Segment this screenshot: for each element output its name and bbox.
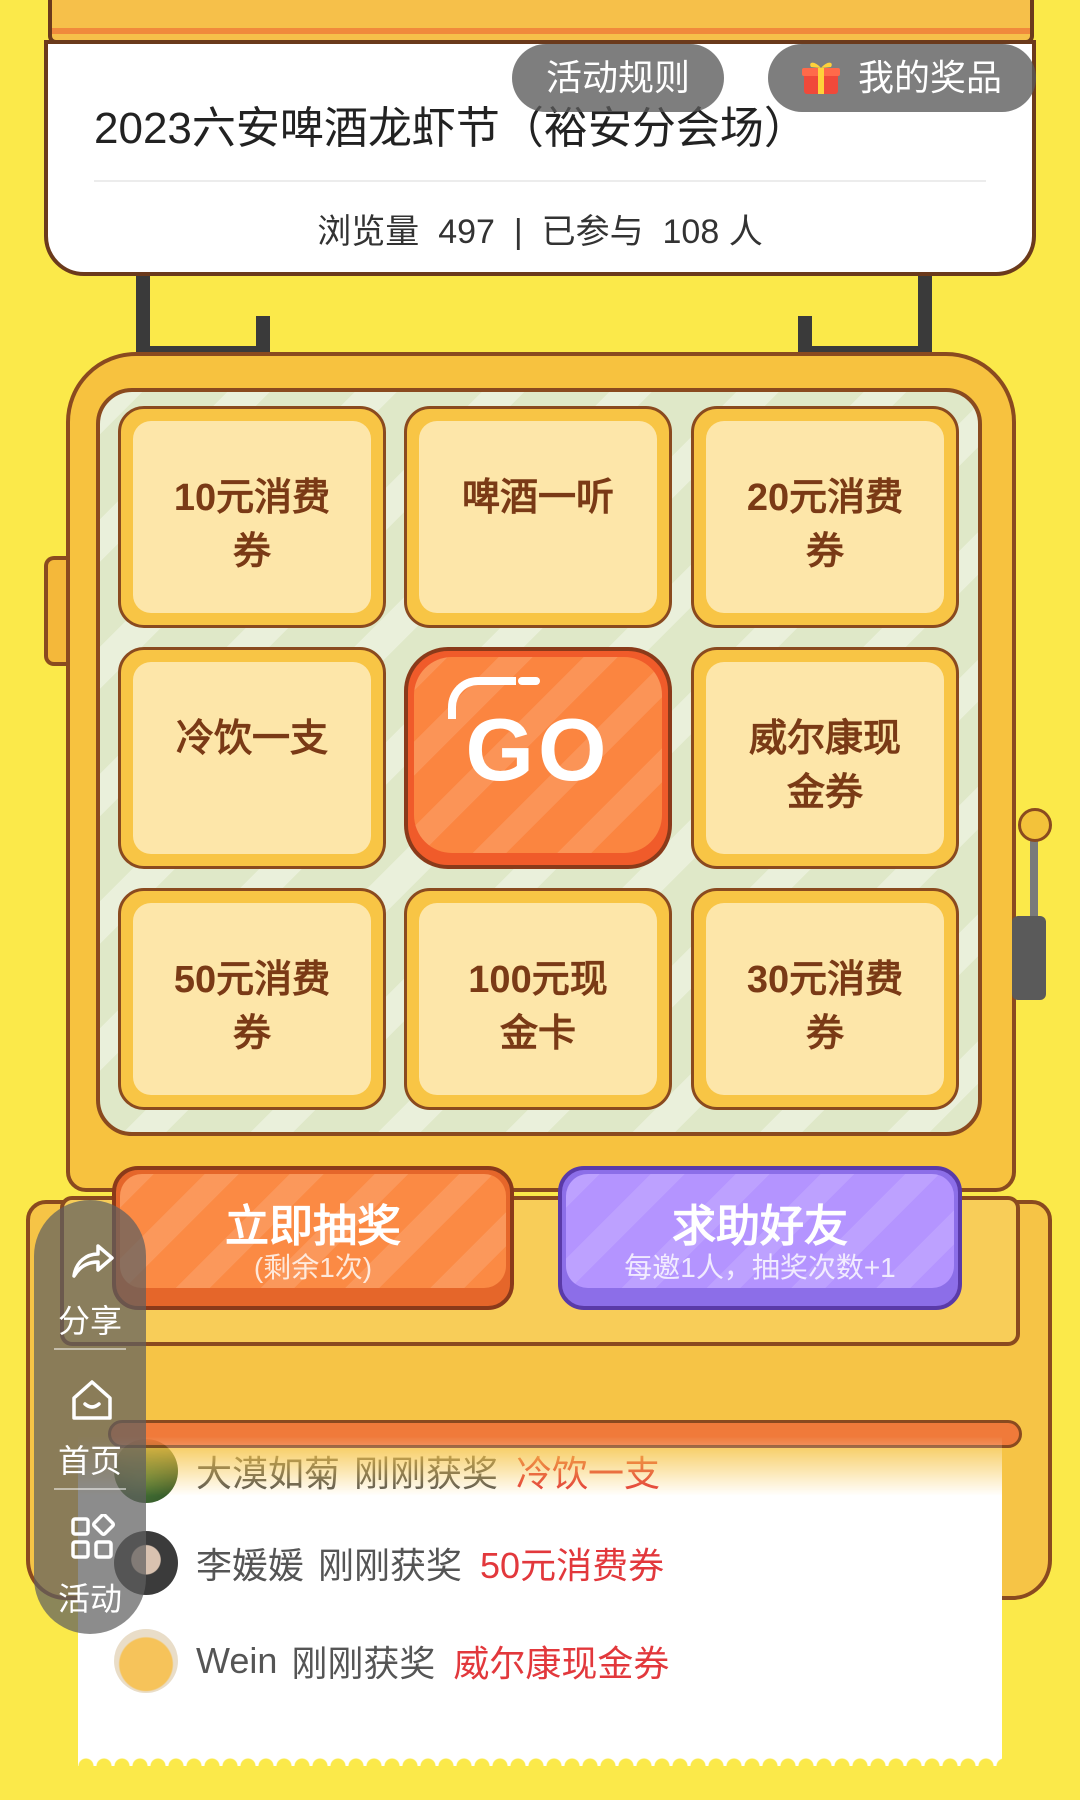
prize-cell: 30元消费券 [691, 888, 959, 1110]
event-stats: 浏览量 497 | 已参与 108 人 [48, 204, 1032, 253]
prize-cell: 50元消费券 [118, 888, 386, 1110]
my-prizes-label: 我的奖品 [857, 57, 1002, 98]
participants-unit: 人 [728, 213, 763, 251]
lever-base [1012, 916, 1046, 1000]
divider [54, 1488, 126, 1490]
top-banner-edge [48, 0, 1034, 44]
winner-row: 大漠如菊 刚刚获奖 冷饮一支 [114, 1436, 660, 1506]
gift-icon [801, 62, 840, 94]
stats-separator: | [513, 213, 523, 251]
divider [94, 180, 986, 182]
winners-list: 大漠如菊 刚刚获奖 冷饮一支 李媛媛 刚刚获奖 50元消费券 Wein 刚刚获奖… [78, 1436, 1002, 1766]
winner-name: 李媛媛 [196, 1545, 305, 1586]
prize-cell: 威尔康现金券 [691, 647, 959, 869]
prize-label: 啤酒一听 [461, 477, 614, 519]
hanger-right [798, 276, 932, 376]
views-count: 497 [438, 213, 495, 251]
winner-prize: 冷饮一支 [516, 1453, 661, 1494]
prize-label: 10元消费券 [173, 477, 331, 573]
winner-row: 李媛媛 刚刚获奖 50元消费券 [114, 1528, 664, 1598]
hanger-left [136, 276, 270, 376]
winner-status: 刚刚获奖 [354, 1453, 499, 1494]
prize-label: 30元消费券 [746, 959, 904, 1055]
participants-label: 已参与 [541, 213, 644, 251]
nav-share[interactable]: 分享 [34, 1228, 146, 1358]
prize-label: 威尔康现金券 [748, 718, 901, 814]
home-icon [72, 1380, 112, 1420]
winner-status: 刚刚获奖 [318, 1545, 463, 1586]
invite-bonus-text: 每邀1人，抽奖次数+1 [624, 1252, 896, 1283]
participants-count: 108 [662, 213, 720, 251]
prize-label: 50元消费券 [173, 959, 331, 1055]
prize-label: 100元现金卡 [468, 959, 608, 1055]
prize-cell: 冷饮一支 [118, 647, 386, 869]
winner-name: 大漠如菊 [196, 1453, 341, 1494]
winner-prize: 50元消费券 [480, 1545, 665, 1586]
avatar [114, 1629, 178, 1693]
prize-cell: 20元消费券 [691, 406, 959, 628]
draw-now-label: 立即抽奖 [225, 1202, 401, 1251]
draw-now-button[interactable]: 立即抽奖 (剩余1次) [112, 1166, 514, 1310]
remaining-draws: (剩余1次) [253, 1252, 373, 1283]
nav-activity[interactable]: 活动 [34, 1506, 146, 1636]
nav-share-label: 分享 [57, 1303, 122, 1339]
nav-home-label: 首页 [57, 1443, 122, 1479]
divider [54, 1348, 126, 1350]
my-prizes-button[interactable]: 我的奖品 [768, 44, 1036, 112]
ask-friends-button[interactable]: 求助好友 每邀1人，抽奖次数+1 [558, 1166, 962, 1310]
prize-label: 20元消费券 [746, 477, 904, 573]
go-button[interactable]: GO [404, 647, 672, 869]
winner-status: 刚刚获奖 [291, 1643, 436, 1684]
grid-icon [71, 1514, 116, 1559]
share-icon [72, 1244, 114, 1278]
winner-row: Wein 刚刚获奖 威尔康现金券 [114, 1626, 669, 1696]
prize-cell: 10元消费券 [118, 406, 386, 628]
views-label: 浏览量 [317, 213, 420, 251]
nav-home[interactable]: 首页 [34, 1368, 146, 1498]
go-label: GO [465, 700, 611, 799]
floating-side-nav: 分享 首页 活动 [34, 1200, 146, 1634]
activity-rules-button[interactable]: 活动规则 [512, 44, 724, 112]
activity-rules-label: 活动规则 [545, 57, 690, 98]
prize-cell: 啤酒一听 [404, 406, 672, 628]
prize-label: 冷饮一支 [175, 718, 328, 760]
winner-prize: 威尔康现金券 [453, 1643, 670, 1684]
shine-decoration [518, 677, 540, 685]
nav-activity-label: 活动 [57, 1581, 122, 1617]
prize-cell: 100元现金卡 [404, 888, 672, 1110]
lever-knob [1018, 808, 1052, 842]
ask-friends-label: 求助好友 [672, 1202, 848, 1251]
winner-name: Wein [196, 1640, 278, 1681]
